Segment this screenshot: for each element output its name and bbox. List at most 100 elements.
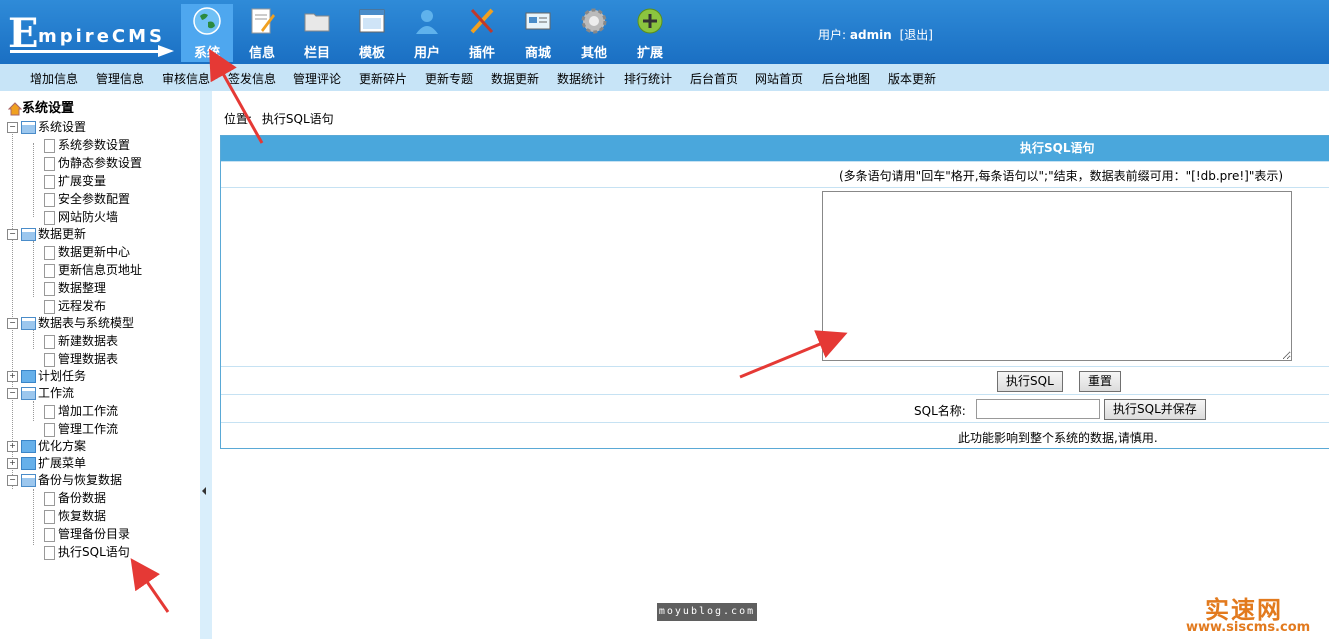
reset-button[interactable]: 重置 bbox=[1079, 371, 1122, 392]
page-icon bbox=[44, 210, 55, 225]
quick-add-info[interactable]: 增加信息 bbox=[30, 70, 78, 87]
execute-sql-button[interactable]: 执行SQL bbox=[997, 371, 1063, 392]
quick-review-info[interactable]: 审核信息 bbox=[162, 70, 210, 87]
empirecms-logo[interactable]: E mpireCMS bbox=[8, 10, 176, 57]
tree-item-label: 数据更新中心 bbox=[58, 245, 131, 259]
user-info: 用户: admin [退出] bbox=[818, 26, 933, 43]
nav-label: 模板 bbox=[358, 46, 385, 61]
collapse-toggle-icon[interactable]: − bbox=[7, 318, 18, 329]
folder-closed-icon bbox=[21, 370, 36, 383]
quick-rank-stats[interactable]: 排行统计 bbox=[624, 70, 672, 87]
tree-item[interactable]: 系统参数设置 bbox=[44, 136, 130, 154]
nav-label: 系统 bbox=[193, 46, 220, 61]
tree-group-label: 优化方案 bbox=[38, 439, 87, 453]
tree-item[interactable]: 管理工作流 bbox=[44, 420, 118, 438]
nav-info[interactable]: 信息 bbox=[236, 4, 288, 62]
tree-item[interactable]: 安全参数配置 bbox=[44, 190, 130, 208]
tree-item[interactable]: 更新信息页地址 bbox=[44, 261, 142, 279]
tree-group-system-settings[interactable]: − 系统设置 bbox=[7, 118, 86, 136]
folder-closed-icon bbox=[21, 440, 36, 453]
page-icon bbox=[44, 192, 55, 207]
tree-group-tables-models[interactable]: − 数据表与系统模型 bbox=[7, 314, 134, 332]
tree-item[interactable]: 恢复数据 bbox=[44, 507, 106, 525]
panel-title: 执行SQL语句 bbox=[221, 136, 1329, 161]
sidebar-splitter[interactable] bbox=[200, 91, 212, 639]
tree-item-active[interactable]: 执行SQL语句 bbox=[44, 543, 130, 561]
nav-extend[interactable]: 扩展 bbox=[624, 4, 676, 62]
tree-item-label: 新建数据表 bbox=[58, 334, 119, 348]
nav-plugin[interactable]: 插件 bbox=[456, 4, 508, 62]
tree-group-optimization[interactable]: + 优化方案 bbox=[7, 437, 86, 455]
page-icon bbox=[44, 545, 55, 560]
quick-update-fragment[interactable]: 更新碎片 bbox=[359, 70, 407, 87]
folder-closed-icon bbox=[21, 457, 36, 470]
quick-site-home[interactable]: 网站首页 bbox=[755, 70, 803, 87]
logo-arrow bbox=[158, 45, 174, 57]
tree-group-scheduled-tasks[interactable]: + 计划任务 bbox=[7, 367, 86, 385]
expand-toggle-icon[interactable]: + bbox=[7, 441, 18, 452]
tree-item[interactable]: 管理数据表 bbox=[44, 350, 118, 368]
tree-item[interactable]: 管理备份目录 bbox=[44, 525, 130, 543]
tree-item[interactable]: 扩展变量 bbox=[44, 172, 106, 190]
tree-item[interactable]: 增加工作流 bbox=[44, 402, 118, 420]
tree-item[interactable]: 数据更新中心 bbox=[44, 243, 130, 261]
expand-toggle-icon[interactable]: + bbox=[7, 371, 18, 382]
nav-shop[interactable]: 商城 bbox=[512, 4, 564, 62]
nav-system[interactable]: 系统 bbox=[181, 4, 233, 62]
tree-item[interactable]: 新建数据表 bbox=[44, 332, 118, 350]
quick-data-stats[interactable]: 数据统计 bbox=[557, 70, 605, 87]
quick-version-update[interactable]: 版本更新 bbox=[888, 70, 936, 87]
tree-line bbox=[33, 143, 34, 217]
gear-icon bbox=[581, 8, 607, 34]
tree-item[interactable]: 备份数据 bbox=[44, 489, 106, 507]
collapse-toggle-icon[interactable]: − bbox=[7, 475, 18, 486]
sql-name-input[interactable] bbox=[976, 399, 1100, 419]
tree-group-data-update[interactable]: − 数据更新 bbox=[7, 225, 86, 243]
quick-sign-info[interactable]: 签发信息 bbox=[228, 70, 276, 87]
collapse-arrow-icon[interactable] bbox=[202, 487, 206, 495]
quick-admin-map[interactable]: 后台地图 bbox=[822, 70, 870, 87]
tree-group-backup-restore[interactable]: − 备份与恢复数据 bbox=[7, 471, 122, 489]
tree-item[interactable]: 远程发布 bbox=[44, 297, 106, 315]
quick-manage-comment[interactable]: 管理评论 bbox=[293, 70, 341, 87]
document-pencil-icon bbox=[251, 8, 275, 34]
nav-label: 栏目 bbox=[303, 46, 330, 61]
page-icon bbox=[44, 404, 55, 419]
expand-toggle-icon[interactable]: + bbox=[7, 458, 18, 469]
collapse-toggle-icon[interactable]: − bbox=[7, 229, 18, 240]
quick-update-data[interactable]: 数据更新 bbox=[491, 70, 539, 87]
user-prefix: 用户: bbox=[818, 28, 847, 42]
quick-update-topic[interactable]: 更新专题 bbox=[425, 70, 473, 87]
tree-item-label: 更新信息页地址 bbox=[58, 263, 143, 277]
panel-title-text: 执行SQL语句 bbox=[1020, 141, 1095, 155]
page-icon bbox=[44, 491, 55, 506]
collapse-toggle-icon[interactable]: − bbox=[7, 122, 18, 133]
tree-item[interactable]: 伪静态参数设置 bbox=[44, 154, 142, 172]
page-icon bbox=[44, 422, 55, 437]
nav-other[interactable]: 其他 bbox=[568, 4, 620, 62]
button-row: 执行SQL 重置 bbox=[221, 366, 1329, 395]
tree-group-workflow[interactable]: − 工作流 bbox=[7, 384, 74, 402]
execute-save-sql-button[interactable]: 执行SQL并保存 bbox=[1104, 399, 1206, 420]
tree-group-label: 工作流 bbox=[38, 386, 75, 400]
breadcrumb-current[interactable]: 执行SQL语句 bbox=[262, 112, 334, 126]
tree-line bbox=[33, 489, 34, 545]
page-icon bbox=[44, 174, 55, 189]
nav-column[interactable]: 栏目 bbox=[291, 4, 343, 62]
user-icon bbox=[416, 10, 438, 34]
collapse-toggle-icon[interactable]: − bbox=[7, 388, 18, 399]
tree-item-label: 管理备份目录 bbox=[58, 527, 131, 541]
quick-admin-home[interactable]: 后台首页 bbox=[690, 70, 738, 87]
tree-root[interactable]: 系统设置 bbox=[7, 100, 74, 118]
quick-manage-info[interactable]: 管理信息 bbox=[96, 70, 144, 87]
nav-user[interactable]: 用户 bbox=[401, 4, 453, 62]
tree-item[interactable]: 网站防火墙 bbox=[44, 208, 118, 226]
sql-textarea[interactable] bbox=[822, 191, 1292, 361]
tree-group-extend-menu[interactable]: + 扩展菜单 bbox=[7, 454, 86, 472]
tree-line bbox=[12, 127, 13, 489]
logout-link[interactable]: [退出] bbox=[900, 28, 933, 42]
nav-template[interactable]: 模板 bbox=[346, 4, 398, 62]
tools-icon bbox=[470, 8, 494, 34]
tree-item-label: 执行SQL语句 bbox=[58, 545, 130, 559]
tree-item[interactable]: 数据整理 bbox=[44, 279, 106, 297]
